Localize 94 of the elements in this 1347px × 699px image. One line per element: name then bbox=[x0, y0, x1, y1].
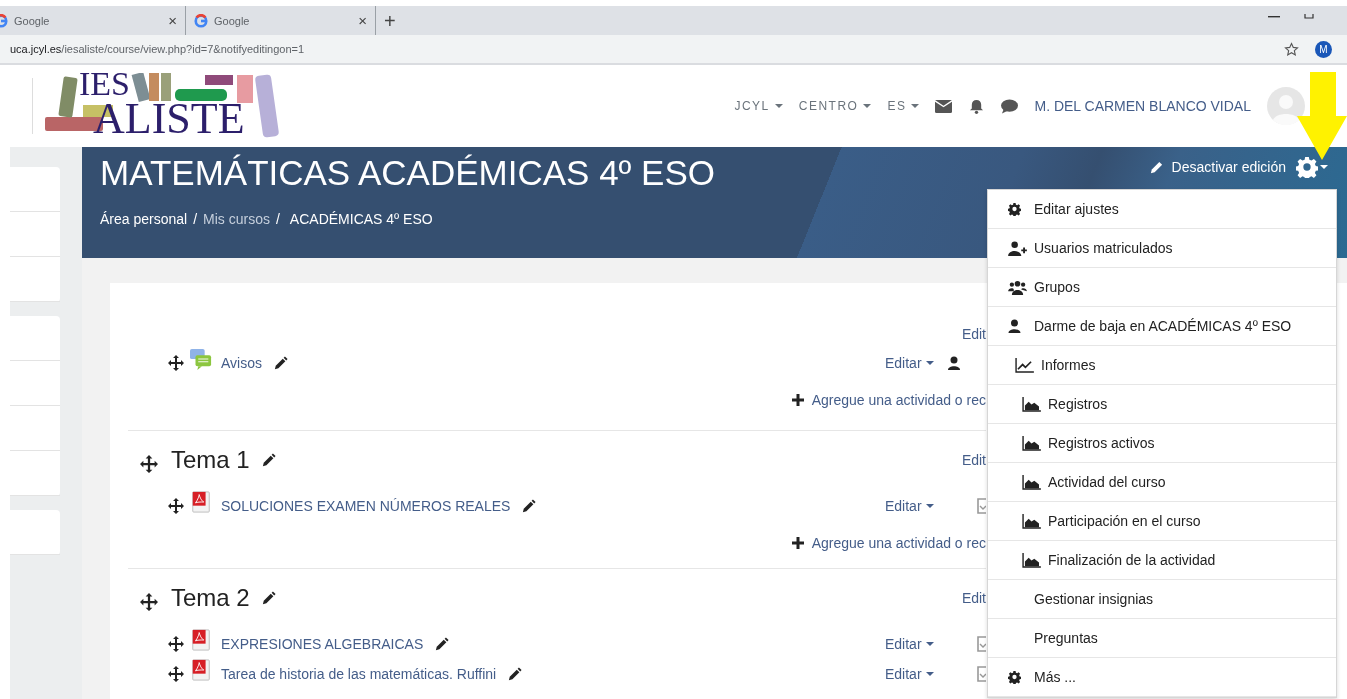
edit-dropdown[interactable]: Editar bbox=[885, 666, 934, 682]
nav-menu[interactable]: JCYL bbox=[734, 99, 783, 113]
activity-link[interactable]: SOLUCIONES EXAMEN NÚMEROS REALES bbox=[221, 498, 511, 514]
pencil-icon[interactable] bbox=[522, 499, 537, 513]
menu-item[interactable]: Más ... bbox=[988, 658, 1336, 697]
minimize-icon[interactable] bbox=[1268, 16, 1280, 20]
edit-link[interactable]: Edit bbox=[961, 326, 986, 342]
pdf-icon bbox=[190, 629, 212, 651]
section-title: Tema 2 bbox=[171, 584, 250, 612]
pencil-icon[interactable] bbox=[261, 591, 276, 605]
caret-icon bbox=[774, 104, 783, 108]
user-plus-icon bbox=[1008, 240, 1027, 256]
add-activity-link[interactable]: Agregue una actividad o rec bbox=[791, 392, 986, 408]
course-title: MATEMÁTICAS ACADÉMICAS 4º ESO bbox=[100, 153, 716, 193]
breadcrumb-separator: / bbox=[275, 211, 280, 227]
edit-dropdown[interactable]: Editar bbox=[885, 355, 934, 371]
plus-icon bbox=[791, 537, 804, 549]
pdf-icon bbox=[190, 491, 212, 513]
move-icon[interactable] bbox=[168, 498, 184, 514]
edit-dropdown[interactable]: Editar bbox=[885, 636, 934, 652]
area-chart-icon bbox=[1022, 396, 1041, 412]
caret-icon bbox=[863, 104, 872, 108]
move-icon[interactable] bbox=[140, 455, 158, 473]
pencil-icon[interactable] bbox=[261, 453, 276, 467]
forum-icon bbox=[190, 348, 212, 370]
activity-link[interactable]: Tarea de historia de las matemáticas. Ruffini bbox=[221, 666, 497, 682]
checkbox-icon[interactable] bbox=[977, 666, 986, 682]
checkbox-icon[interactable] bbox=[977, 498, 986, 514]
address-field[interactable]: uca.jcyl.es/iesaliste/course/view.php?id=7&notifyeditingon=1 bbox=[0, 43, 1284, 55]
edit-link[interactable]: Edit bbox=[961, 590, 986, 606]
pencil-icon[interactable] bbox=[435, 637, 450, 651]
menu-item[interactable]: Actividad del curso bbox=[988, 463, 1336, 502]
close-icon[interactable]: × bbox=[358, 12, 367, 29]
profile-avatar[interactable]: M bbox=[1315, 40, 1332, 58]
edit-dropdown[interactable]: Editar bbox=[885, 498, 934, 514]
checkbox-icon[interactable] bbox=[977, 636, 986, 652]
line-chart-icon bbox=[1015, 357, 1034, 373]
caret-icon bbox=[911, 104, 920, 108]
menu-item[interactable]: Finalización de la actividad bbox=[988, 541, 1336, 580]
menu-item[interactable]: Darme de baja en ACADÉMICAS 4º ESO bbox=[988, 307, 1336, 346]
breadcrumb-separator: / bbox=[193, 211, 198, 227]
mail-icon[interactable] bbox=[935, 98, 953, 114]
plus-icon bbox=[791, 394, 804, 406]
restore-icon[interactable] bbox=[1303, 14, 1315, 20]
move-icon[interactable] bbox=[140, 593, 158, 611]
menu-item[interactable]: Participación en el curso bbox=[988, 502, 1336, 541]
menu-item[interactable]: Usuarios matriculados bbox=[988, 229, 1336, 268]
area-chart-icon bbox=[1022, 552, 1041, 568]
section-title: Tema 1 bbox=[171, 446, 250, 474]
close-icon[interactable]: × bbox=[168, 12, 177, 29]
menu-item[interactable]: Gestionar insignias bbox=[988, 580, 1336, 619]
move-icon[interactable] bbox=[168, 666, 184, 682]
breadcrumb-link[interactable]: Área personal bbox=[100, 211, 188, 227]
gear-icon bbox=[1008, 202, 1021, 216]
area-chart-icon bbox=[1022, 513, 1041, 529]
gear-icon bbox=[1008, 670, 1021, 684]
nav-menu[interactable]: CENTRO bbox=[798, 99, 872, 113]
caret-icon bbox=[925, 642, 934, 646]
caret-icon bbox=[1320, 165, 1328, 169]
nav-menu[interactable]: ES bbox=[887, 99, 920, 113]
menu-item[interactable]: Informes bbox=[988, 346, 1336, 385]
pencil-icon[interactable] bbox=[274, 356, 288, 370]
breadcrumb-link[interactable]: Mis cursos bbox=[203, 211, 270, 227]
edit-mode-button[interactable]: Desactivar edición bbox=[1148, 156, 1286, 178]
user-name[interactable]: M. DEL CARMEN BLANCO VIDAL bbox=[1034, 98, 1251, 114]
star-icon[interactable] bbox=[1284, 41, 1299, 57]
menu-item[interactable]: Editar ajustes bbox=[988, 190, 1336, 229]
move-icon[interactable] bbox=[168, 636, 184, 652]
settings-button[interactable] bbox=[1296, 156, 1328, 178]
breadcrumb-link[interactable]: ACADÉMICAS 4º ESO bbox=[289, 211, 433, 227]
menu-item[interactable]: Registros activos bbox=[988, 424, 1336, 463]
activity-link[interactable]: Avisos bbox=[221, 355, 262, 371]
settings-icon bbox=[1296, 156, 1318, 178]
new-tab-button[interactable]: + bbox=[384, 10, 396, 31]
move-icon[interactable] bbox=[168, 355, 184, 371]
menu-item[interactable]: Grupos bbox=[988, 268, 1336, 307]
caret-icon bbox=[925, 361, 934, 365]
area-chart-icon bbox=[1022, 474, 1041, 490]
user-icon bbox=[1008, 319, 1021, 333]
caret-icon bbox=[925, 672, 934, 676]
add-activity-link[interactable]: Agregue una actividad o rec bbox=[791, 535, 986, 551]
caret-icon bbox=[925, 504, 934, 508]
area-chart-icon bbox=[1022, 435, 1041, 451]
chat-icon[interactable] bbox=[1001, 98, 1019, 114]
activity-link[interactable]: EXPRESIONES ALGEBRAICAS bbox=[221, 636, 424, 652]
users-icon bbox=[1008, 279, 1027, 295]
menu-item[interactable]: Preguntas bbox=[988, 619, 1336, 658]
pencil-icon bbox=[1148, 159, 1164, 175]
pdf-icon bbox=[190, 659, 212, 681]
menu-item[interactable]: Registros bbox=[988, 385, 1336, 424]
edit-link[interactable]: Edit bbox=[961, 452, 986, 468]
google-icon bbox=[194, 13, 208, 28]
user-icon[interactable] bbox=[947, 356, 960, 370]
pencil-icon[interactable] bbox=[508, 667, 523, 681]
